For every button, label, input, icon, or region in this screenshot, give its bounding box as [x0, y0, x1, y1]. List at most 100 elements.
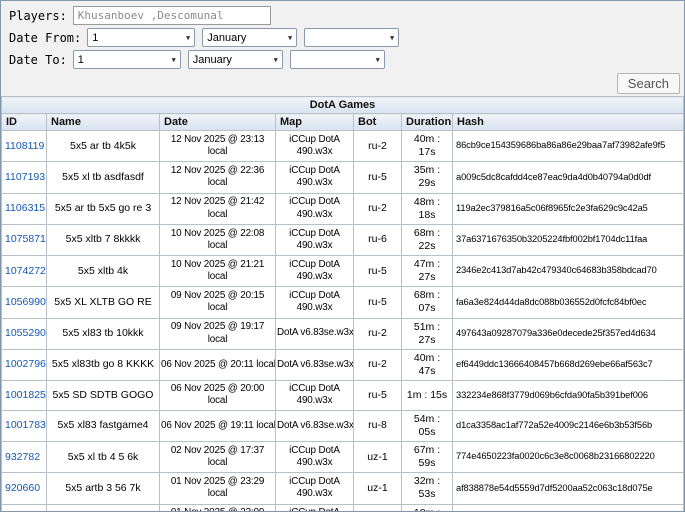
game-id-link[interactable]: 1001825 — [5, 389, 46, 401]
cell-name: 5x5 xltb 4k — [46, 254, 160, 288]
cell-bot: ru-2 — [353, 129, 402, 163]
cell-name: 5x5 ar tb 4k5k — [46, 129, 160, 163]
cell-bot: ru-5 — [353, 254, 402, 288]
cell-name: 5x5 artb 3 56 7k — [46, 472, 160, 505]
game-id-link[interactable]: 1055290 — [5, 327, 46, 339]
date-to-month-select[interactable]: January — [187, 50, 283, 69]
cell-id: 1108119 — [1, 129, 47, 163]
cell-date: 02 Nov 2025 @ 17:37 local — [159, 440, 276, 474]
cell-map: iCCup DotA 490.w3x — [275, 192, 354, 225]
game-row: 1107193 5x5 xl tb asdfasdf 12 Nov 2025 @ 2… — [1, 161, 684, 194]
cell-bot: uz-1 — [353, 503, 402, 511]
cell-date: 09 Nov 2025 @ 20:15 local — [159, 286, 276, 319]
cell-hash: d1ca3358ac1af772a52e4009c2146e6b3b53f56b — [452, 409, 684, 443]
game-id-link[interactable]: 920660 — [5, 482, 40, 494]
cell-bot: uz-1 — [353, 440, 402, 474]
game-row: 1056990 5x5 XL XLTB GO RE 09 Nov 2025 @ 20… — [1, 286, 684, 319]
cell-duration: 40m : 47s — [401, 348, 453, 382]
date-to-year-select[interactable] — [289, 50, 385, 69]
cell-duration: 32m : 53s — [401, 472, 453, 505]
cell-hash: 86cb9ce154359686ba86a86e29baa7af73982afe… — [452, 129, 684, 163]
cell-id: 1075871 — [1, 223, 47, 257]
game-id-link[interactable]: 1074272 — [5, 265, 46, 277]
date-from-year-select[interactable] — [304, 28, 400, 47]
game-row: 9198495x5 artb 3 4 5k01 Nov 2025 @ 23:09… — [1, 503, 684, 511]
search-form: Players: Date From: 1 ▼ January ▼ — [1, 1, 684, 69]
cell-map: iCCup DotA 490.w3x — [275, 223, 354, 257]
cell-date: 10 Nov 2025 @ 22:08 local — [159, 223, 276, 257]
cell-hash: 497643a09287079a336e0decede25f357ed4d634 — [452, 317, 684, 350]
cell-name: 5x5 xltb 7 8kkkk — [46, 223, 160, 257]
cell-hash: 119a2ec379816a5c06f8965fc2e3fa629c9c42a5 — [452, 192, 684, 225]
cell-map: DotA v6.83se.w3x — [275, 317, 354, 350]
cell-map: iCCup DotA 490.w3x — [275, 503, 354, 511]
game-id-link[interactable]: 1075871 — [5, 233, 46, 245]
cell-bot: ru-2 — [353, 317, 402, 350]
cell-bot: ru-5 — [353, 380, 402, 411]
cell-date: 09 Nov 2025 @ 19:17 local — [159, 317, 276, 350]
date-to-label: Date To: — [9, 52, 67, 67]
date-from-month-wrap: January ▼ — [202, 28, 298, 47]
col-header-name: Name — [46, 113, 160, 131]
cell-hash: 2346e2c413d7ab42c479340c64683b358bdcad70 — [452, 254, 684, 288]
game-id-link[interactable]: 1056990 — [5, 296, 46, 308]
cell-date: 01 Nov 2025 @ 23:29 local — [159, 472, 276, 505]
cell-id: 932782 — [1, 440, 47, 474]
cell-hash: fa6a3e824d44da8dc088b036552d0fcfc84bf0ec — [452, 286, 684, 319]
game-id-link[interactable]: 1002796 — [5, 358, 46, 370]
cell-hash: af838878e54d5559d7df5200aa52c063c18d075e — [452, 472, 684, 505]
game-id-link[interactable]: 1106315 — [5, 202, 45, 214]
cell-duration: 68m : 07s — [401, 286, 453, 319]
search-button-row: Search — [1, 72, 684, 96]
cell-duration: 51m : 27s — [401, 317, 453, 350]
date-to-year-wrap: ▼ — [289, 50, 385, 69]
date-from-day-select[interactable]: 1 — [87, 28, 196, 47]
col-header-duration: Duration — [401, 113, 453, 131]
game-row: 1106315 5x5 ar tb 5x5 go re 3 12 Nov 2025 … — [1, 192, 684, 225]
players-row: Players: — [9, 6, 678, 25]
cell-map: iCCup DotA 490.w3x — [275, 254, 354, 288]
cell-date: 06 Nov 2025 @ 20:00 local — [159, 380, 276, 411]
date-to-month-wrap: January ▼ — [187, 50, 283, 69]
game-id-link[interactable]: 1107193 — [5, 171, 45, 183]
cell-name: 5x5 xl tb asdfasdf — [46, 161, 160, 194]
page: Players: Date From: 1 ▼ January ▼ — [0, 0, 685, 512]
cell-map: iCCup DotA 490.w3x — [275, 472, 354, 505]
cell-date: 06 Nov 2025 @ 20:11 local — [159, 348, 276, 382]
game-row: 920660 5x5 artb 3 56 7k 01 Nov 2025 @ 23:2… — [1, 472, 684, 505]
cell-id: 1056990 — [1, 286, 47, 319]
cell-bot: ru-5 — [353, 161, 402, 194]
game-id-link[interactable]: 932782 — [5, 451, 40, 463]
game-row: 1001783 5x5 xl83 fastgame4 06 Nov 2025 @ 1… — [1, 409, 684, 443]
date-from-row: Date From: 1 ▼ January ▼ ▼ — [9, 28, 678, 47]
cell-map: DotA v6.83se.w3x — [275, 348, 354, 382]
table-title: DotA Games — [1, 96, 684, 114]
search-button[interactable]: Search — [616, 73, 680, 94]
cell-date: 12 Nov 2025 @ 22:36 local — [159, 161, 276, 194]
cell-map: iCCup DotA 490.w3x — [275, 129, 354, 163]
players-input[interactable] — [72, 6, 271, 25]
date-to-day-select[interactable]: 1 — [72, 50, 181, 69]
cell-duration: 40m : 17s — [401, 129, 453, 163]
game-row: 1001825 5x5 SD SDTB GOGO 06 Nov 2025 @ 20:… — [1, 380, 684, 411]
cell-bot: ru-6 — [353, 223, 402, 257]
cell-hash: 37a6371676350b3205224fbf002bf1704dc11faa — [452, 223, 684, 257]
cell-hash: 332234e868f3779d069b6cfda90fa5b391bef006 — [452, 380, 684, 411]
game-row: 1055290 5x5 xl83 tb 10kkk 09 Nov 2025 @ 19… — [1, 317, 684, 350]
cell-duration: 67m : 59s — [401, 440, 453, 474]
game-row: 1108119 5x5 ar tb 4k5k 12 Nov 2025 @ 23:13… — [1, 129, 684, 163]
game-id-link[interactable]: 1108119 — [5, 140, 44, 152]
cell-id: 1001783 — [1, 409, 47, 443]
game-row: 1074272 5x5 xltb 4k 10 Nov 2025 @ 21:21 lo… — [1, 254, 684, 288]
cell-bot: ru-2 — [353, 192, 402, 225]
date-to-row: Date To: 1 ▼ January ▼ ▼ — [9, 50, 678, 69]
game-row: 932782 5x5 xl tb 4 5 6k 02 Nov 2025 @ 17:3… — [1, 440, 684, 474]
cell-id: 1074272 — [1, 254, 47, 288]
cell-hash: a009c5dc8cafdd4ce87eac9da4d0b40794a0d0df — [452, 161, 684, 194]
cell-name: 5x5 SD SDTB GOGO — [46, 380, 160, 411]
game-row: 1075871 5x5 xltb 7 8kkkk 10 Nov 2025 @ 22:… — [1, 223, 684, 257]
game-id-link[interactable]: 1001783 — [5, 419, 46, 431]
date-from-month-select[interactable]: January — [202, 28, 298, 47]
game-row: 1002796 5x5 xl83tb go 8 KKKK 06 Nov 2025 @… — [1, 348, 684, 382]
cell-name: 5x5 XL XLTB GO RE — [46, 286, 160, 319]
